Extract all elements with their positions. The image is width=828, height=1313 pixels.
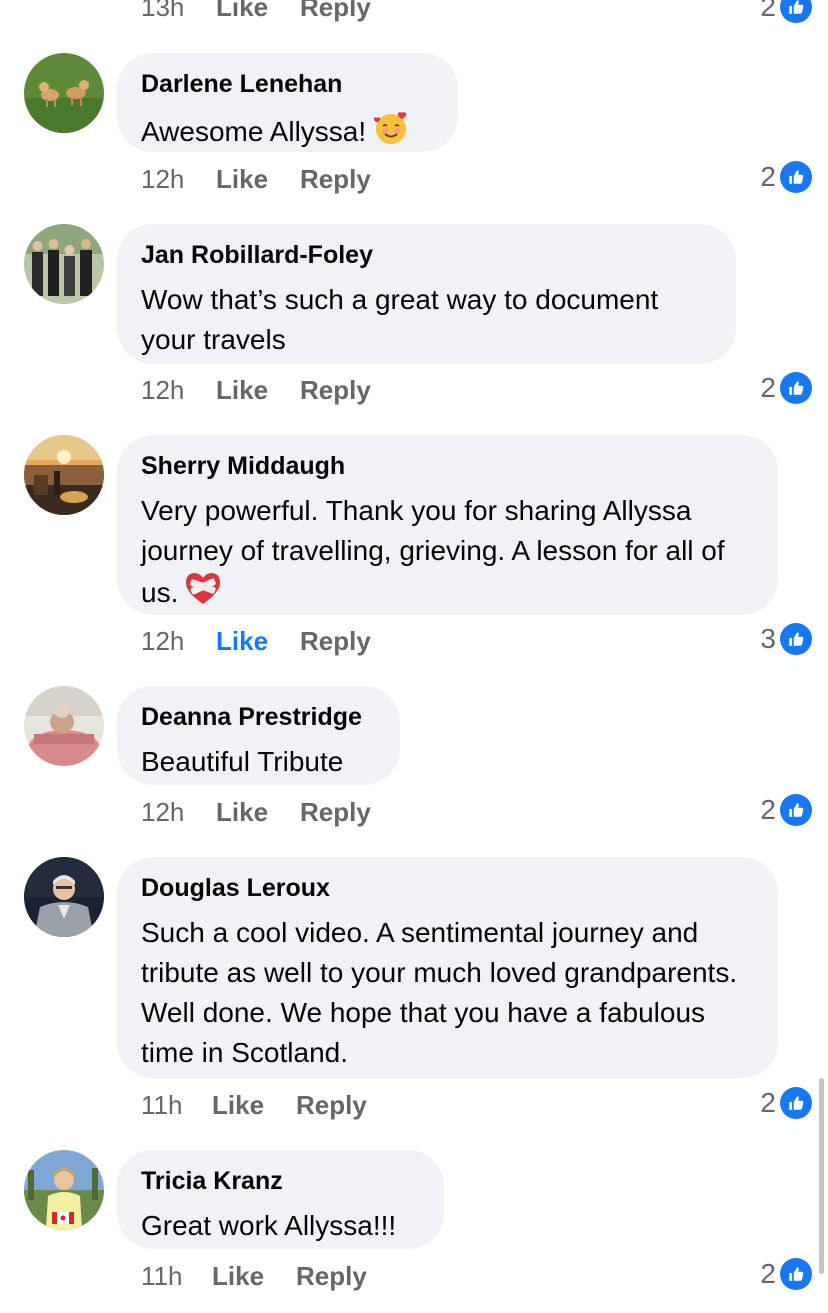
thumbs-up-icon — [780, 1087, 812, 1119]
comment-text: Great work Allyssa!!! — [141, 1210, 397, 1241]
thumbs-up-icon — [780, 372, 812, 404]
comment-meta: 12h Like Reply — [141, 795, 371, 829]
scrollbar[interactable] — [819, 1078, 824, 1274]
reply-button[interactable]: Reply — [296, 1088, 367, 1122]
comment-meta: 11h Like Reply — [141, 1088, 367, 1122]
comment-bubble: Sherry Middaugh Very powerful. Thank you… — [117, 435, 778, 615]
reaction-number: 2 — [760, 794, 776, 825]
comment-meta: 11h Like Reply — [141, 1259, 367, 1293]
comment-time: 13h — [141, 0, 185, 22]
reply-button[interactable]: Reply — [296, 1259, 367, 1293]
reply-button[interactable]: Reply — [300, 162, 371, 196]
comment-author[interactable]: Douglas Leroux — [141, 873, 754, 913]
reply-button[interactable]: Reply — [300, 0, 371, 24]
thumbs-up-icon — [780, 1258, 812, 1290]
reply-button[interactable]: Reply — [300, 624, 371, 658]
smiling-face-with-hearts-icon — [372, 109, 410, 158]
avatar[interactable] — [24, 1150, 104, 1230]
comment-bubble: Jan Robillard-Foley Wow that’s such a gr… — [117, 224, 736, 364]
comment-author[interactable]: Deanna Prestridge — [141, 702, 376, 742]
comment-time: 12h — [141, 164, 185, 194]
comment-author[interactable]: Jan Robillard-Foley — [141, 240, 712, 280]
comment-text: Awesome Allyssa! — [141, 109, 434, 158]
comment-author[interactable]: Darlene Lenehan — [141, 69, 434, 109]
comment-bubble: Douglas Leroux Such a cool video. A sent… — [117, 857, 778, 1078]
like-button[interactable]: Like — [216, 624, 300, 658]
comment-author[interactable]: Tricia Kranz — [141, 1166, 420, 1206]
like-button[interactable]: Like — [216, 373, 300, 407]
comment-text-content: Awesome Allyssa! — [141, 115, 367, 147]
reaction-number: 2 — [760, 1087, 776, 1118]
comment-time: 11h — [141, 1261, 183, 1291]
avatar[interactable] — [24, 686, 104, 766]
comment-bubble: Tricia Kranz Great work Allyssa!!! — [117, 1150, 444, 1249]
comment-time: 12h — [141, 797, 185, 827]
comment-meta: 12h Like Reply — [141, 162, 371, 196]
comment-time: 12h — [141, 626, 185, 656]
comment-meta: 13h Like Reply — [141, 0, 371, 24]
reaction-count[interactable]: 2 — [760, 793, 812, 827]
avatar[interactable] — [24, 53, 104, 133]
reply-button[interactable]: Reply — [300, 795, 371, 829]
avatar[interactable] — [24, 435, 104, 515]
comment-text: Such a cool video. A sentimental journey… — [141, 917, 738, 1068]
reaction-count[interactable]: 2 — [760, 160, 812, 194]
reaction-number: 2 — [760, 161, 776, 192]
comment-text: Wow that’s such a great way to document … — [141, 284, 659, 355]
reaction-number: 2 — [760, 0, 776, 22]
like-button[interactable]: Like — [216, 162, 300, 196]
comment-bubble: Darlene Lenehan Awesome Allyssa! — [117, 53, 458, 152]
comment-text: Very powerful. Thank you for sharing All… — [141, 491, 754, 618]
comment-time: 11h — [141, 1090, 183, 1120]
reaction-count[interactable]: 2 — [760, 0, 812, 24]
comment-meta: 12h Like Reply — [141, 624, 371, 658]
reaction-count[interactable]: 2 — [760, 371, 812, 405]
reaction-number: 2 — [760, 1258, 776, 1289]
comment-text-content: Very powerful. Thank you for sharing All… — [141, 495, 725, 608]
reaction-count[interactable]: 2 — [760, 1257, 812, 1291]
reply-button[interactable]: Reply — [300, 373, 371, 407]
avatar[interactable] — [24, 857, 104, 937]
thumbs-up-icon — [780, 623, 812, 655]
comment-meta: 12h Like Reply — [141, 373, 371, 407]
like-button[interactable]: Like — [212, 1259, 296, 1293]
avatar[interactable] — [24, 224, 104, 304]
mending-heart-icon — [184, 571, 222, 618]
thumbs-up-icon — [780, 794, 812, 826]
reaction-count[interactable]: 2 — [760, 1086, 812, 1120]
reaction-number: 2 — [760, 372, 776, 403]
like-button[interactable]: Like — [216, 795, 300, 829]
comment-bubble: Deanna Prestridge Beautiful Tribute — [117, 686, 400, 785]
like-button[interactable]: Like — [216, 0, 300, 24]
comment-text: Beautiful Tribute — [141, 746, 344, 777]
comment-author[interactable]: Sherry Middaugh — [141, 451, 754, 491]
thumbs-up-icon — [780, 161, 812, 193]
reaction-count[interactable]: 3 — [760, 622, 812, 656]
reaction-number: 3 — [760, 623, 776, 654]
like-button[interactable]: Like — [212, 1088, 296, 1122]
comment-time: 12h — [141, 375, 185, 405]
thumbs-up-icon — [780, 0, 812, 23]
